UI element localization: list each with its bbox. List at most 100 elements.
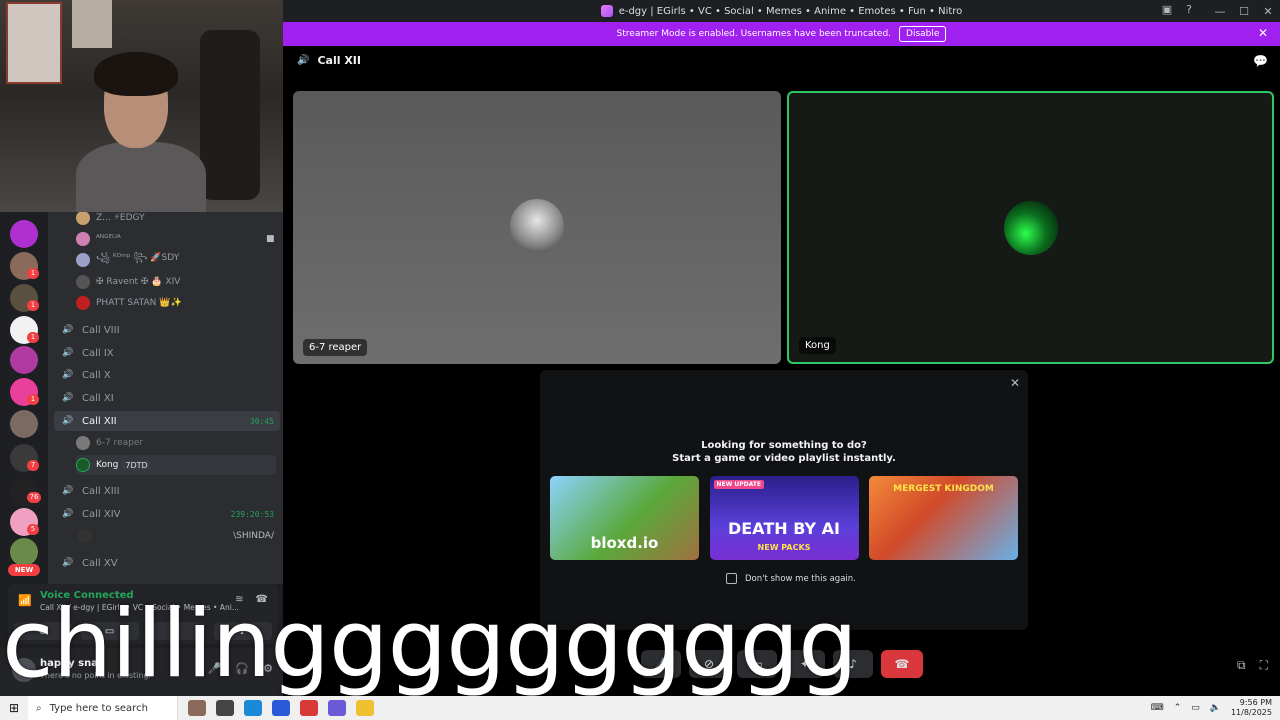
voice-member[interactable]: ᴬᴺᴳᴱᴸᴵᴬ [76,229,121,249]
voice-channel-call-viii[interactable]: 🔊 Call VIII [54,320,280,340]
voice-member[interactable]: 6-7 reaper [76,433,143,453]
title-bar: e-dgy | EGirls • VC • Social • Memes • A… [283,0,1280,22]
noise-suppression-icon[interactable]: ≋ [235,594,243,605]
voice-member[interactable]: \SHINDA/ [78,526,274,546]
signal-icon[interactable]: 📶 [18,594,32,607]
speaker-icon: 🔊 [62,416,74,426]
participant-tile-speaking[interactable]: Kong [787,91,1274,364]
popout-icon[interactable]: ⧉ [1237,658,1246,673]
channel-name: Call XIV [82,508,121,520]
voice-member[interactable]: Z... ⚡EDGY [76,212,145,228]
activity-card-title: DEATH BY AI [727,519,841,538]
microphone-icon[interactable]: 🎤 [641,650,681,678]
voice-channel-call-xiv[interactable]: 🔊 Call XIV 239:20:53 [54,504,280,524]
voice-channel-call-xiii[interactable]: 🔊 Call XIII [54,481,280,501]
windows-start-icon[interactable]: ⊞ [0,701,28,715]
avatar [76,232,90,246]
activity-card-mergest-kingdom[interactable]: MERGEST KINGDOM [869,476,1018,560]
fullscreen-icon[interactable]: ⛶ [1260,658,1268,673]
network-icon[interactable]: ▭ [1191,703,1200,713]
activity-icon[interactable]: ✦ [785,650,825,678]
voice-channel-call-ix[interactable]: 🔊 Call IX [54,343,280,363]
voice-channel-call-xi[interactable]: 🔊 Call XI [54,388,280,408]
checkbox-label: Don't show me this again. [745,573,856,584]
camera-off-icon[interactable]: ⊘ [14,622,72,640]
new-badge: NEW [8,564,40,576]
chevron-up-icon[interactable]: ⌃ [1174,703,1182,713]
soundboard-icon[interactable]: ♪ [833,650,873,678]
camera-off-icon[interactable]: ⊘ [689,650,729,678]
username[interactable]: happy snail [40,658,105,669]
app-icon[interactable] [300,700,318,716]
app-icon[interactable] [328,700,346,716]
disable-streamer-mode-button[interactable]: Disable [899,26,947,42]
activity-icon[interactable]: ✦ [147,622,206,640]
voice-member[interactable]: Kong 7DTD [76,455,276,475]
voice-channel-call-xii[interactable]: 🔊 Call XII 30:45 [54,411,280,431]
member-name: Z... ⚡EDGY [96,213,145,223]
gear-icon[interactable]: ⚙ [263,662,273,675]
search-placeholder: Type here to search [49,702,148,714]
inbox-icon[interactable]: ▣ [1162,3,1172,16]
voice-channel-call-x[interactable]: 🔊 Call X [54,365,280,385]
task-view-icon[interactable] [216,700,234,716]
window-controls: — ☐ ✕ [1208,0,1280,22]
mention-badge: 76 [27,492,41,503]
server-icon[interactable] [10,346,38,374]
activity-heading: Looking for something to do? [701,440,867,451]
server-icon[interactable] [10,220,38,248]
participant-tile[interactable]: 6-7 reaper [293,91,781,364]
member-name: ᴬᴺᴳᴱᴸᴵᴬ [96,234,121,244]
close-icon[interactable]: ✕ [1010,376,1020,390]
keyboard-icon[interactable]: ⌨ [1151,703,1164,713]
voice-channel-call-xv[interactable]: 🔊 Call XV [54,553,280,573]
soundboard-icon[interactable]: ♪ [213,622,272,640]
activity-card-death-by-ai[interactable]: NEW UPDATE DEATH BY AI NEW PACKS [709,476,859,560]
member-name: Kong [96,460,119,470]
voice-member[interactable]: PHATT SATAN 👑✨ [76,293,182,313]
app-icon[interactable] [272,700,290,716]
voice-member[interactable]: ✠ Ravent ✠ 🎂 XIV [76,272,180,292]
volume-icon[interactable]: 🔈 [1210,703,1221,713]
channel-name: Call X [82,369,111,381]
channel-list: Z... ⚡EDGY ᴬᴺᴳᴱᴸᴵᴬ ■ ꧁ ᴷᴼᵐᵖ ꧂ 🚀SDY ✠ Rav… [48,212,283,584]
disconnect-button[interactable]: ☎ [881,650,923,678]
activity-card-bloxd[interactable]: bloxd.io [550,476,699,560]
call-title: Call XII [317,54,361,67]
view-controls: ⧉ ⛶ [1237,658,1268,673]
screen-share-icon[interactable]: ▭ [80,622,139,640]
chair [200,30,260,200]
avatar [1004,201,1058,255]
avatar [76,296,90,310]
activity-subheading: Start a game or video playlist instantly… [672,453,896,464]
speaker-icon: 🔊 [62,348,74,358]
clock[interactable]: 9:56 PM 11/8/2025 [1231,698,1272,718]
taskbar: ⊞ ⌕ Type here to search ⌨ ⌃ ▭ 🔈 9:56 PM … [0,696,1280,720]
file-explorer-icon[interactable] [356,700,374,716]
maximize-button[interactable]: ☐ [1232,5,1256,18]
voice-member[interactable]: ꧁ ᴷᴼᵐᵖ ꧂ 🚀SDY [76,250,179,270]
edge-icon[interactable] [244,700,262,716]
server-icon[interactable] [10,538,38,566]
voice-channel-path[interactable]: Call XII / e-dgy | EGirls • VC • Social … [40,603,239,612]
minimize-button[interactable]: — [1208,5,1232,18]
help-icon[interactable]: ? [1186,3,1192,16]
screen-share-icon[interactable]: ▭ [737,650,777,678]
taskbar-search[interactable]: ⌕ Type here to search [28,696,178,720]
banner-text: Streamer Mode is enabled. Usernames have… [616,29,892,39]
app-icon[interactable] [188,700,206,716]
microphone-icon[interactable]: 🎤 [208,662,222,675]
dont-show-again-checkbox[interactable]: Don't show me this again. [726,573,856,584]
title-bar-icons: ▣ ? [1162,3,1192,16]
voice-status[interactable]: Voice Connected [40,590,134,601]
headphones-icon[interactable]: 🎧 [235,662,249,675]
server-icon[interactable] [10,410,38,438]
avatar[interactable] [12,658,36,682]
close-icon[interactable]: ✕ [1258,26,1268,40]
mention-badge: 1 [27,300,39,311]
close-window-button[interactable]: ✕ [1256,5,1280,18]
disconnect-icon[interactable]: ☎ [256,594,268,605]
checkbox[interactable] [726,573,737,584]
chat-icon[interactable]: 💬 [1253,54,1268,68]
activity-card-title: MERGEST KINGDOM [893,484,994,494]
